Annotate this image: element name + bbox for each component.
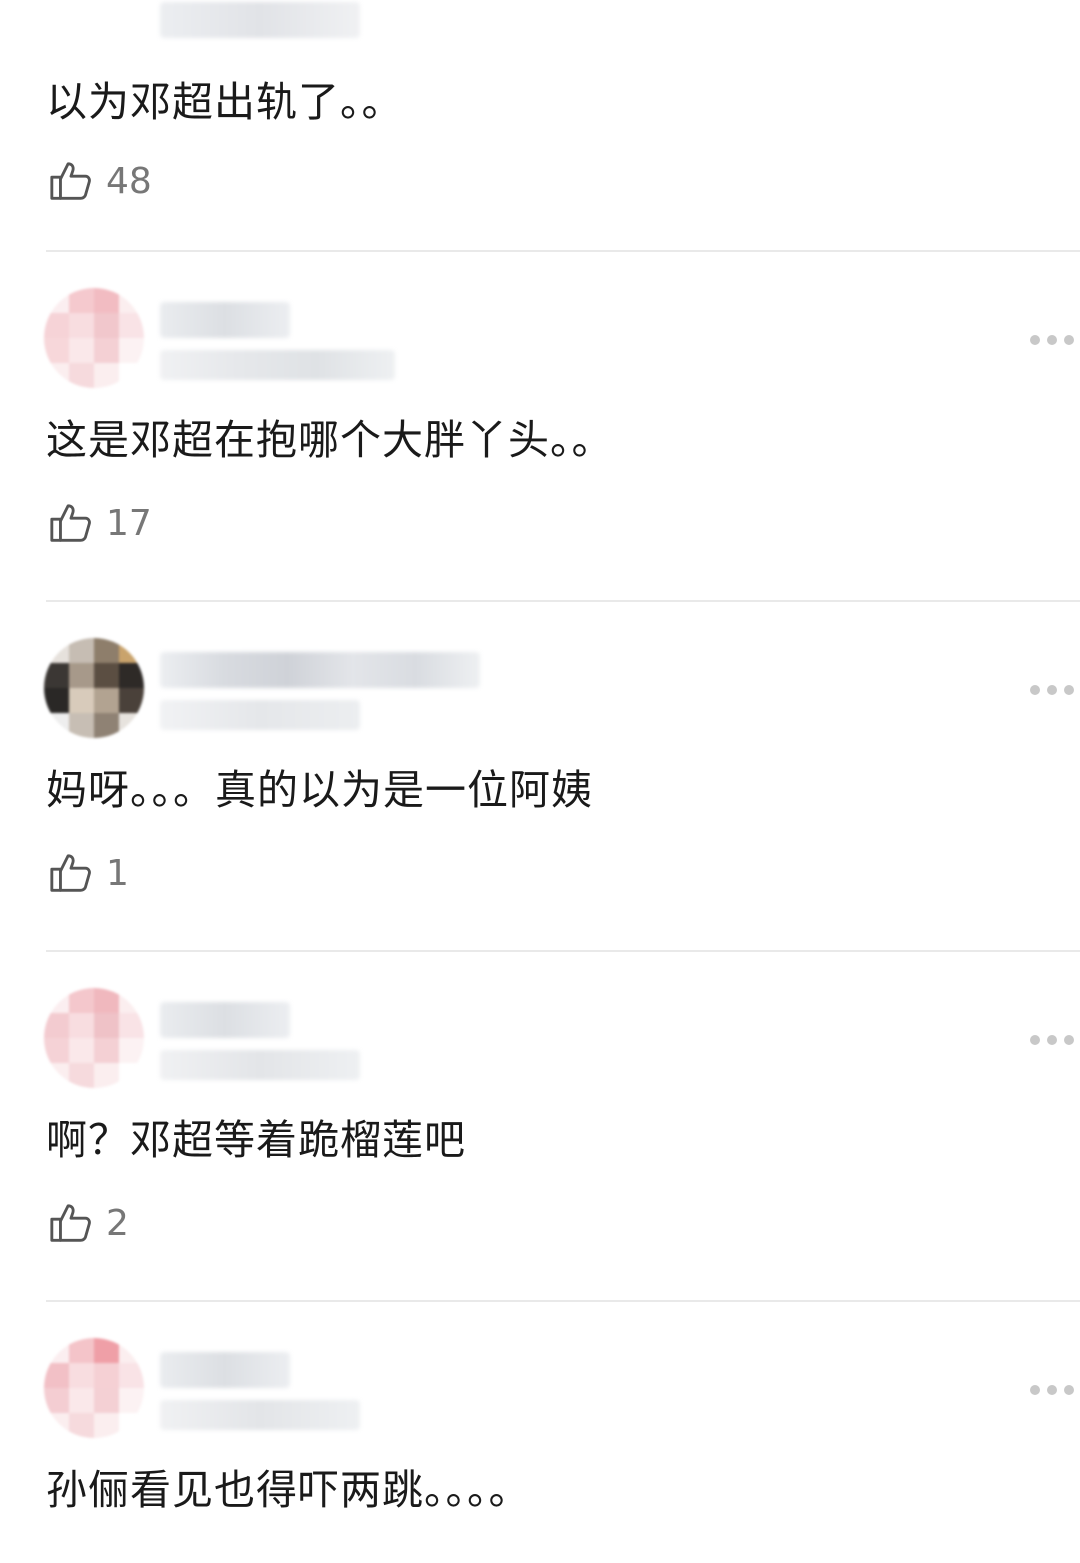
avatar[interactable] <box>44 1338 144 1438</box>
comment-text: 孙俪看见也得吓两跳。。。。 <box>46 1466 531 1514</box>
username-redacted <box>160 302 290 338</box>
comment-item: 孙俪看见也得吓两跳。。。。 <box>0 1302 1080 1563</box>
comment-text: 妈呀。。。真的以为是一位阿姨 <box>46 766 593 814</box>
like-button[interactable]: 17 <box>48 500 152 546</box>
avatar[interactable] <box>44 0 144 66</box>
more-dots-icon[interactable] <box>1030 1030 1080 1050</box>
comment-item: 以为邓超出轨了。。 48 <box>0 0 1080 252</box>
more-dots-icon[interactable] <box>1030 1380 1080 1400</box>
username-redacted <box>160 652 480 688</box>
meta-redacted <box>160 350 395 380</box>
more-dots-icon[interactable] <box>1030 330 1080 350</box>
like-button[interactable]: 48 <box>48 158 152 204</box>
thumbs-up-icon <box>50 162 91 200</box>
like-button[interactable]: 2 <box>48 1200 129 1246</box>
avatar[interactable] <box>44 288 144 388</box>
thumbs-up-icon <box>50 1204 91 1242</box>
comment-text: 以为邓超出轨了。。 <box>46 78 404 126</box>
username-redacted <box>160 2 360 38</box>
comment-text: 这是邓超在抱哪个大胖丫头。。 <box>46 416 614 464</box>
comment-text: 啊？邓超等着跪榴莲吧 <box>46 1116 466 1164</box>
thumbs-up-icon <box>50 504 91 542</box>
meta-redacted <box>160 700 360 730</box>
more-dots-icon[interactable] <box>1030 680 1080 700</box>
username-redacted <box>160 1352 290 1388</box>
like-count: 1 <box>106 852 129 894</box>
avatar[interactable] <box>44 638 144 738</box>
like-button[interactable]: 1 <box>48 850 129 896</box>
avatar[interactable] <box>44 988 144 1088</box>
comment-item: 这是邓超在抱哪个大胖丫头。。 17 <box>0 252 1080 602</box>
like-count: 17 <box>106 502 152 544</box>
username-redacted <box>160 1002 290 1038</box>
comment-item: 啊？邓超等着跪榴莲吧 2 <box>0 952 1080 1302</box>
like-count: 48 <box>106 160 152 202</box>
comment-item: 妈呀。。。真的以为是一位阿姨 1 <box>0 602 1080 952</box>
thumbs-up-icon <box>50 854 91 892</box>
meta-redacted <box>160 1400 360 1430</box>
like-count: 2 <box>106 1202 129 1244</box>
meta-redacted <box>160 1050 360 1080</box>
